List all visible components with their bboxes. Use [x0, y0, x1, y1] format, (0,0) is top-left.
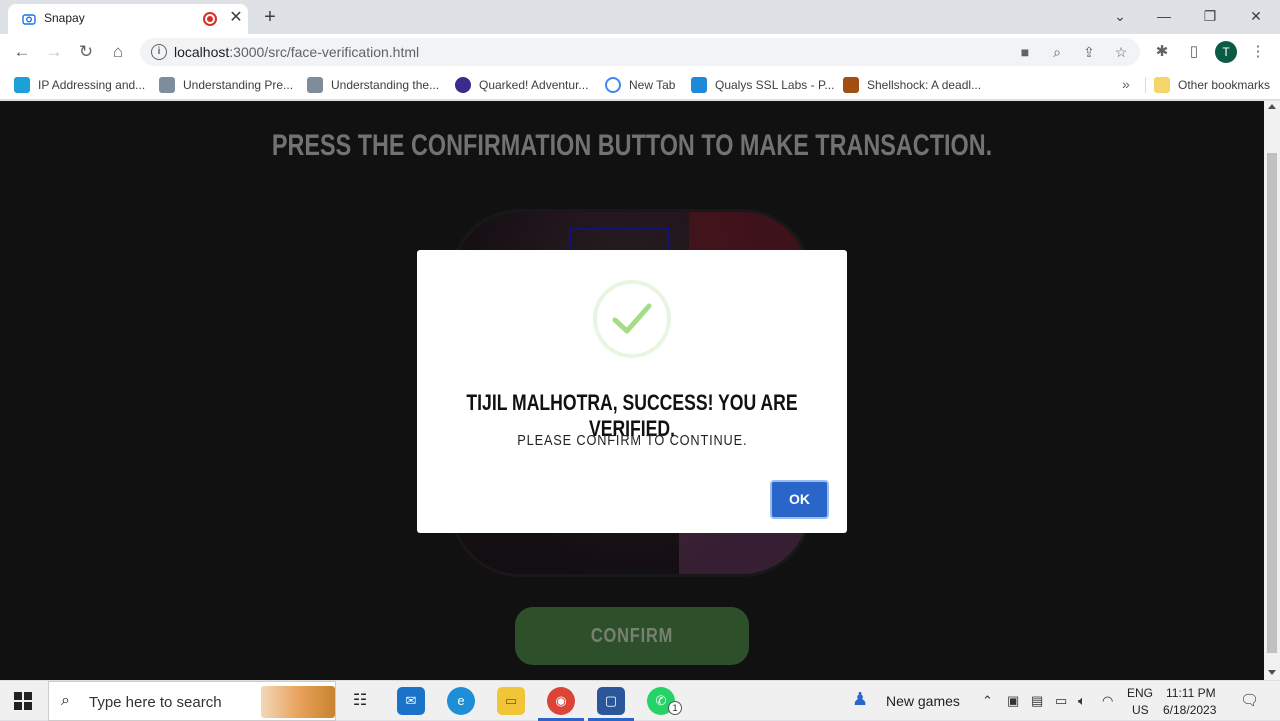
- zoom-icon[interactable]: ⌕: [1048, 43, 1066, 61]
- checkmark-icon: [612, 303, 652, 334]
- language-top[interactable]: ENG: [1127, 686, 1153, 700]
- menu-icon[interactable]: ⋮: [1248, 42, 1268, 62]
- other-bookmarks[interactable]: Other bookmarks: [1154, 76, 1270, 94]
- search-icon: ⌕: [61, 692, 70, 709]
- battery-icon[interactable]: ▭: [1055, 693, 1067, 709]
- reload-icon[interactable]: ↻: [74, 40, 98, 64]
- file-explorer-icon[interactable]: ▭: [497, 687, 525, 715]
- bookmark-item[interactable]: IP Addressing and...: [14, 76, 145, 94]
- extensions-icon[interactable]: ✱: [1152, 42, 1172, 62]
- profile-avatar[interactable]: T: [1215, 41, 1237, 63]
- new-tab-button[interactable]: +: [258, 6, 282, 30]
- qualys-icon: [691, 77, 707, 93]
- ok-button[interactable]: OK: [770, 480, 829, 519]
- shellshock-icon: [843, 77, 859, 93]
- meet-icon[interactable]: ▣: [1007, 693, 1019, 709]
- bookmarks-bar: IP Addressing and... Understanding Pre..…: [0, 70, 1280, 100]
- camera-in-use-icon[interactable]: ■: [1016, 43, 1034, 61]
- dialog-text-content: PLEASE CONFIRM TO CONTINUE.: [516, 432, 748, 449]
- bookmark-label: New Tab: [629, 78, 676, 92]
- edge-icon[interactable]: e: [447, 687, 475, 715]
- bookmark-label: Shellshock: A deadl...: [867, 78, 982, 92]
- browser-toolbar: ← → ↻ ⌂ i localhost:3000/src/face-verifi…: [0, 34, 1280, 70]
- bookmark-star-icon[interactable]: ☆: [1112, 43, 1130, 61]
- dialog-text: PLEASE CONFIRM TO CONTINUE.: [417, 432, 847, 449]
- bookmark-label: Other bookmarks: [1178, 78, 1271, 92]
- news-widget[interactable]: New games: [886, 693, 960, 709]
- bookmark-item[interactable]: New Tab: [605, 76, 675, 94]
- site-info-icon[interactable]: i: [151, 44, 167, 60]
- quarked-icon: [455, 77, 471, 93]
- speaker-icon[interactable]: 🔈︎: [1078, 693, 1086, 709]
- url-text: localhost:3000/src/face-verification.htm…: [174, 44, 419, 60]
- bookmark-item[interactable]: Quarked! Adventur...: [455, 76, 588, 94]
- camera-icon: [22, 14, 36, 25]
- scroll-thumb[interactable]: [1267, 153, 1277, 653]
- page-scrollbar[interactable]: [1264, 101, 1280, 680]
- folder-icon: [1154, 77, 1170, 93]
- bookmarks-divider: [1145, 77, 1146, 93]
- bookmark-item[interactable]: Qualys SSL Labs - P...: [691, 76, 834, 94]
- home-icon[interactable]: ⌂: [106, 40, 130, 64]
- success-dialog: TIJIL MALHOTRA, SUCCESS! YOU ARE VERIFIE…: [417, 250, 847, 533]
- whatsapp-badge: 1: [668, 701, 682, 715]
- site-icon: [307, 77, 323, 93]
- clock-time[interactable]: 11:11 PM: [1166, 686, 1216, 700]
- bookmark-label: Understanding Pre...: [183, 78, 294, 92]
- url-host: localhost: [174, 44, 230, 60]
- bookmark-label: Quarked! Adventur...: [479, 78, 589, 92]
- site-icon: [159, 77, 175, 93]
- search-highlight-image: [261, 686, 335, 718]
- url-path: :3000/src/face-verification.html: [229, 44, 420, 60]
- address-bar[interactable]: i localhost:3000/src/face-verification.h…: [140, 38, 1140, 66]
- chevron-up-icon[interactable]: ⌃: [982, 693, 993, 709]
- display-icon[interactable]: ▤: [1031, 693, 1043, 709]
- bookmark-label: Qualys SSL Labs - P...: [715, 78, 835, 92]
- tab-strip: Snapay ✕ + ⌄ — ❐ ✕: [0, 0, 1280, 34]
- taskbar-search[interactable]: ⌕ Type here to search: [48, 681, 336, 721]
- share-icon[interactable]: ⇪: [1080, 43, 1098, 61]
- games-icon[interactable]: ♟: [852, 689, 868, 710]
- wifi-icon[interactable]: ◠: [1102, 693, 1113, 709]
- language-bottom[interactable]: US: [1132, 703, 1149, 717]
- tab-search-icon[interactable]: ⌄: [1108, 4, 1132, 28]
- google-icon: [605, 77, 621, 93]
- app-window-icon[interactable]: ▢: [597, 687, 625, 715]
- windows-start-icon[interactable]: [14, 692, 32, 710]
- close-tab-icon[interactable]: ✕: [228, 10, 244, 26]
- close-window-button[interactable]: ✕: [1244, 4, 1268, 28]
- tab-snapay[interactable]: Snapay ✕: [8, 4, 248, 34]
- forward-icon[interactable]: →: [42, 40, 66, 64]
- notifications-icon[interactable]: 🗨︎: [1240, 691, 1259, 709]
- tab-title: Snapay: [44, 11, 85, 25]
- bookmark-item[interactable]: Understanding Pre...: [159, 76, 293, 94]
- clock-date[interactable]: 6/18/2023: [1163, 703, 1216, 717]
- side-panel-icon[interactable]: ▯: [1184, 42, 1204, 62]
- restore-button[interactable]: ❐: [1198, 4, 1222, 28]
- back-icon[interactable]: ←: [10, 40, 34, 64]
- bookmark-item[interactable]: Shellshock: A deadl...: [843, 76, 981, 94]
- scroll-up-icon[interactable]: [1268, 104, 1276, 109]
- bookmark-label: IP Addressing and...: [38, 78, 146, 92]
- task-view-icon[interactable]: ☷: [346, 687, 374, 715]
- cisco-icon: [14, 77, 30, 93]
- bookmark-label: Understanding the...: [331, 78, 440, 92]
- bookmark-item[interactable]: Understanding the...: [307, 76, 439, 94]
- search-placeholder: Type here to search: [89, 694, 222, 711]
- chrome-icon[interactable]: ◉: [547, 687, 575, 715]
- scroll-down-icon[interactable]: [1268, 670, 1276, 675]
- more-bookmarks-icon[interactable]: »: [1122, 76, 1130, 92]
- mail-icon[interactable]: ✉: [397, 687, 425, 715]
- minimize-button[interactable]: —: [1152, 4, 1176, 28]
- recording-icon: [203, 12, 217, 26]
- windows-taskbar: ⌕ Type here to search ☷ ✉ e ▭ ◉ ▢ ✆ 1 ♟ …: [0, 680, 1280, 721]
